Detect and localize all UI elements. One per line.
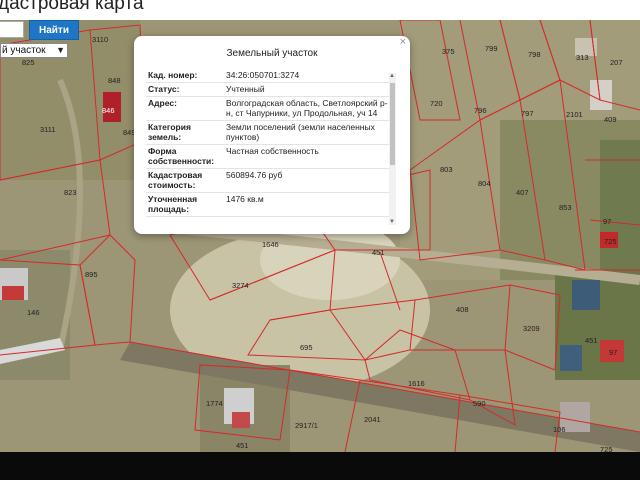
popup-title: Земельный участок [226,48,318,59]
parcel-label: 3110 [92,35,108,44]
object-type-selected: й участок [2,45,46,56]
parcel-label: 803 [440,165,453,174]
building [560,345,582,371]
building-roof [232,412,250,428]
parcel-label: 695 [300,343,313,352]
parcel-label: 408 [456,305,469,314]
parcel-label: 796 [474,106,487,115]
detail-value: Земли поселений (земли населенных пункто… [226,122,375,142]
parcel-label: 720 [430,99,443,108]
parcel-label: 799 [485,44,498,53]
building-roof [2,286,24,300]
parcel-label: 3274 [232,281,249,290]
chevron-down-icon: ▼ [56,45,65,55]
parcel-label: 895 [85,270,98,279]
object-type-select[interactable]: й участок ▼ [0,43,68,58]
parcel-label: 2041 [364,415,381,424]
parcel-label: 207 [610,58,623,67]
detail-value: 1476 кв.м [226,194,264,204]
bottom-bar [0,452,640,480]
parcel-label: 375 [442,47,455,56]
parcel-label: 313 [576,53,589,62]
vegetation-area [600,140,640,280]
detail-value: 34:26:050701:3274 [226,70,300,80]
detail-value: Учтенный [226,84,265,94]
parcel-label: 3209 [523,324,540,333]
parcel-label: 825 [22,58,35,67]
popup-details: Кад. номер: 34:26:050701:3274 Статус: Уч… [146,69,396,225]
detail-row: Кад. номер: 34:26:050701:3274 [146,69,396,83]
detail-row: Форма собственности: Частная собственнос… [146,145,396,169]
parcel-label: 97 [603,217,611,226]
window-title-bar: дастровая карта [0,0,640,20]
popup-scrollbar[interactable]: ▲ ▼ [389,73,396,225]
building [572,280,600,310]
detail-key: Кад. номер: [148,70,198,80]
parcel-label: 2917/1 [295,421,318,430]
parcel-label: 823 [64,188,77,197]
search-input[interactable] [0,21,24,38]
parcel-label: 97 [609,348,617,357]
parcel-label: 1646 [262,240,279,249]
close-icon[interactable]: × [400,36,406,48]
parcel-label: 797 [521,109,534,118]
detail-key: Уточненная площадь: [148,194,198,214]
parcel-label: 1616 [408,379,425,388]
parcel-label: 804 [478,179,491,188]
detail-key: Адрес: [148,98,177,108]
parcel-label: 146 [27,308,40,317]
parcel-label: 798 [528,50,541,59]
scroll-down-icon[interactable]: ▼ [389,219,395,225]
parcel-label: 407 [516,188,529,197]
detail-row: Адрес: Волгоградская область, Светлоярск… [146,97,396,121]
scroll-up-icon[interactable]: ▲ [389,73,395,79]
parcel-label: 451 [372,248,385,257]
find-button[interactable]: Найти [29,20,79,40]
parcel-label: 106 [553,425,566,434]
detail-row: Кадастровая стоимость: 560894.76 руб [146,169,396,193]
parcel-label: 590 [473,399,486,408]
building [590,80,612,110]
detail-key: Форма собственности: [148,146,215,166]
parcel-label: 1774 [206,399,223,408]
detail-row: Категория земель: Земли поселений (земли… [146,121,396,145]
scrollbar-thumb[interactable] [390,83,395,165]
parcel-label: 853 [559,203,572,212]
detail-key: Статус: [148,84,180,94]
page-title: дастровая карта [0,0,144,14]
detail-value: Частная собственность [226,146,319,156]
detail-value: Волгоградская область, Светлоярский р-н,… [226,98,388,118]
parcel-label: 725 [600,445,613,452]
parcel-label: 846 [102,106,115,115]
parcel-label: 848 [108,76,121,85]
parcel-label: 409 [604,115,617,124]
detail-key: Категория земель: [148,122,191,142]
parcel-label: 2101 [566,110,583,119]
parcel-info-popup: × Земельный участок Кад. номер: 34:26:05… [134,36,410,234]
detail-row: Статус: Учтенный [146,83,396,97]
parcel-label: 725 [604,237,617,246]
parcel-label: 3111 [40,125,56,134]
parcel-label: 451 [236,441,249,450]
parcel-label: 451 [585,336,598,345]
detail-row: Уточненная площадь: 1476 кв.м [146,193,396,217]
detail-value: 560894.76 руб [226,170,283,180]
detail-key: Кадастровая стоимость: [148,170,203,190]
